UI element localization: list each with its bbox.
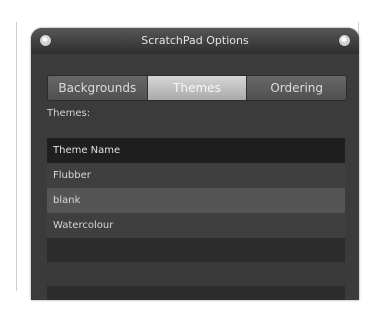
options-window: ScratchPad Options Backgrounds Themes Or… [31,28,359,300]
options-icon[interactable] [339,35,350,46]
page: ScratchPad Options Backgrounds Themes Or… [0,0,374,309]
table-row-flubber[interactable]: Flubber [47,163,345,188]
table-row-blank[interactable]: blank [47,188,345,213]
themes-label: Themes: [47,108,91,119]
tab-themes[interactable]: Themes [146,76,247,100]
theme-name-header[interactable]: Theme Name [47,138,345,163]
left-border-line [16,22,17,291]
tab-ordering[interactable]: Ordering [246,76,346,100]
empty-row [47,238,345,262]
tab-bar: Backgrounds Themes Ordering [47,75,347,101]
empty-row [47,286,345,300]
table-row-watercolour[interactable]: Watercolour [47,213,345,238]
close-icon[interactable] [40,35,51,46]
window-titlebar[interactable]: ScratchPad Options [31,28,359,54]
window-title: ScratchPad Options [141,34,249,47]
themes-table: Theme Name Flubber blank Watercolour [47,138,345,300]
tab-backgrounds[interactable]: Backgrounds [48,76,147,100]
empty-row [47,262,345,286]
options-content: Backgrounds Themes Ordering Themes: Them… [31,54,359,300]
